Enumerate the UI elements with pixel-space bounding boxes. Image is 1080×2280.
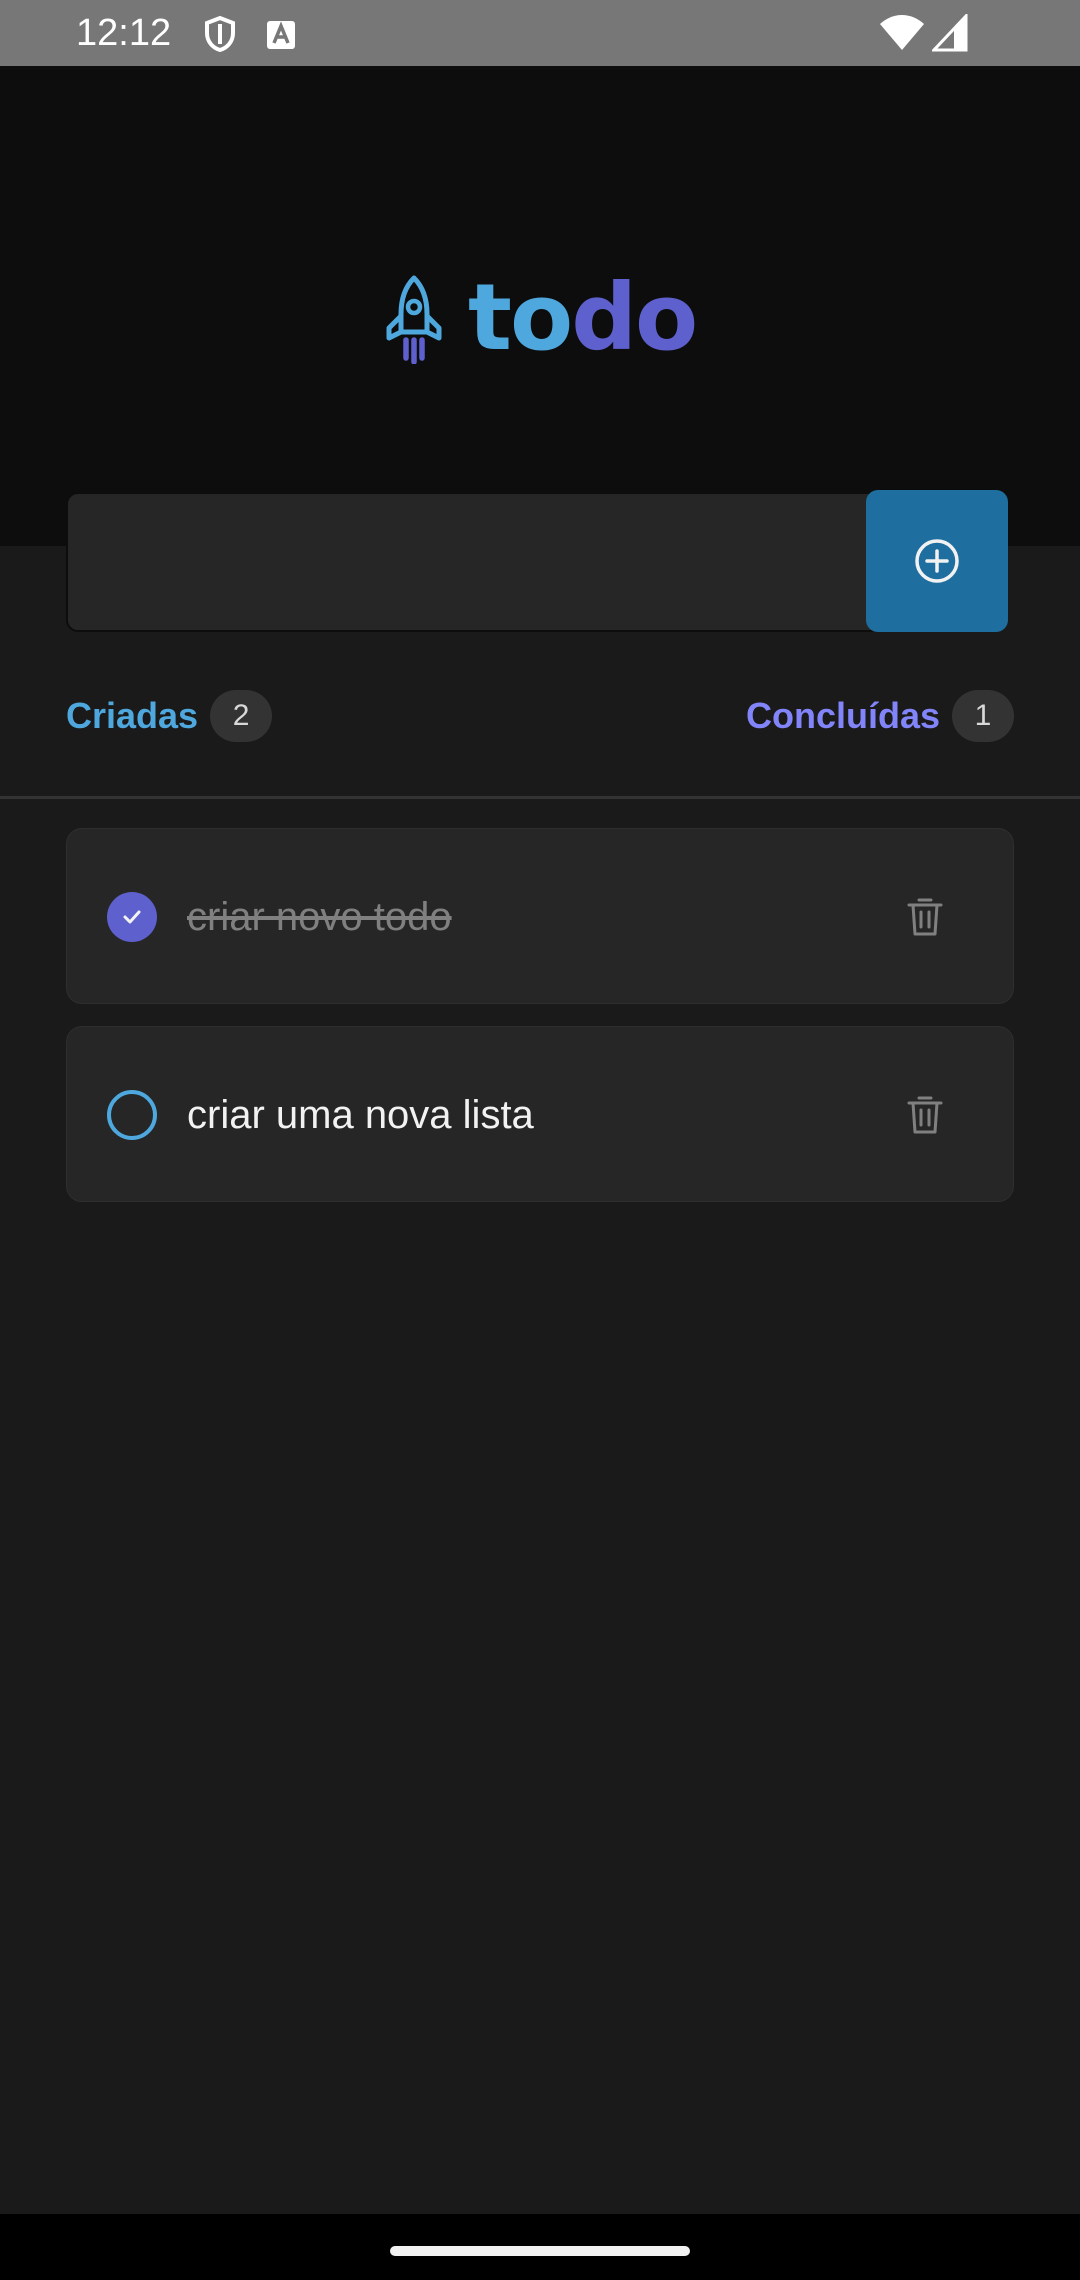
plus-circle-icon	[915, 539, 959, 583]
wifi-icon	[880, 15, 924, 50]
app-logo: todo	[384, 258, 698, 378]
trash-icon	[907, 898, 943, 936]
trash-icon	[907, 1096, 943, 1134]
shield-icon	[205, 16, 235, 52]
check-icon	[123, 910, 141, 924]
rocket-icon	[386, 275, 442, 364]
task-text: criar novo todo	[187, 895, 452, 939]
cellular-signal-icon	[932, 14, 968, 52]
status-time: 12:12	[76, 12, 172, 54]
completed-count-badge: 1	[952, 690, 1014, 742]
created-count-badge: 2	[210, 690, 273, 742]
add-task-button[interactable]	[866, 490, 1008, 632]
new-task-input[interactable]	[66, 492, 882, 632]
app-screen: 12:12 todo Criadas 2 Concluídas 1 criar …	[0, 0, 1080, 2280]
delete-task-button[interactable]	[901, 1091, 949, 1139]
app-header: todo	[0, 66, 1080, 546]
app-title: todo	[468, 268, 698, 368]
a-notification-icon	[267, 21, 295, 49]
app-title-part-do: do	[571, 264, 698, 371]
task-checkbox-checked[interactable]	[107, 892, 157, 942]
completed-counter: Concluídas 1	[746, 688, 1014, 744]
task-item: criar novo todo	[66, 828, 1014, 1004]
completed-label: Concluídas	[745, 695, 940, 736]
created-counter: Criadas 2	[66, 688, 273, 744]
task-checkbox[interactable]	[107, 1090, 157, 1140]
app-title-part-to: to	[468, 264, 573, 371]
created-label: Criadas	[66, 695, 199, 736]
divider	[0, 796, 1080, 799]
task-text: criar uma nova lista	[187, 1093, 534, 1137]
status-bar: 12:12	[0, 0, 1080, 66]
home-gesture-handle[interactable]	[390, 2246, 690, 2256]
delete-task-button[interactable]	[901, 893, 949, 941]
task-item: criar uma nova lista	[66, 1026, 1014, 1202]
navigation-bar	[0, 2214, 1080, 2280]
